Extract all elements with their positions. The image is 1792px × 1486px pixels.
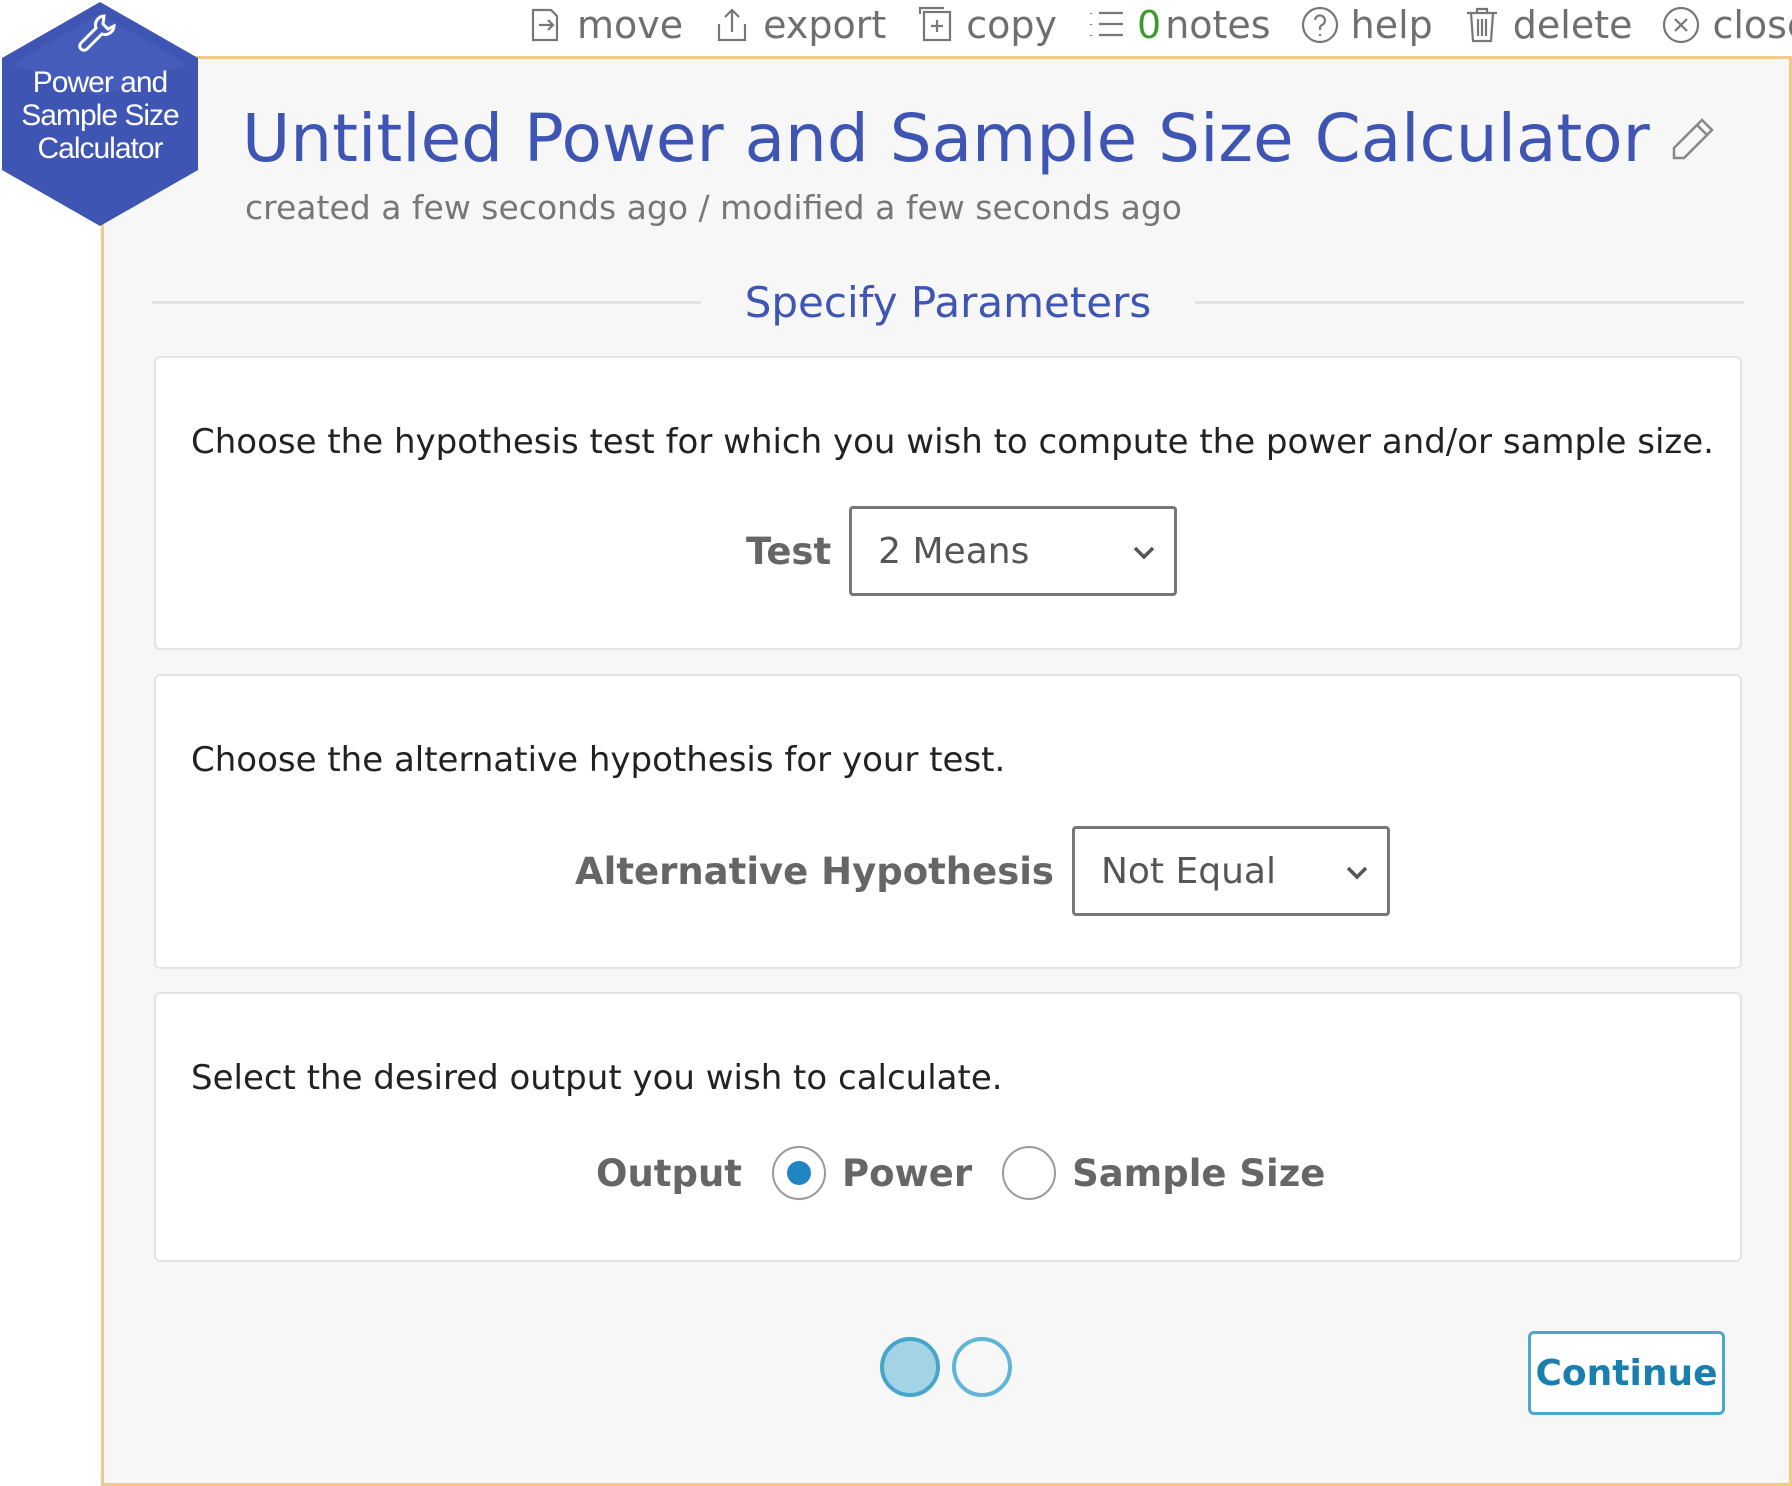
continue-button[interactable]: Continue xyxy=(1528,1331,1725,1415)
badge-label: Power and Sample Size Calculator xyxy=(0,66,200,165)
copy-button[interactable]: copy xyxy=(914,3,1057,47)
badge-line-1: Power and xyxy=(32,66,168,99)
app-badge: Power and Sample Size Calculator xyxy=(0,0,200,228)
copy-icon xyxy=(914,4,956,46)
move-icon xyxy=(525,4,567,46)
alternative-select[interactable]: Not Equal xyxy=(1071,826,1390,916)
output-radio-group: Power Sample Size xyxy=(772,1146,1355,1200)
notes-button[interactable]: 0 notes xyxy=(1085,3,1271,47)
step-dot-1[interactable] xyxy=(880,1337,940,1397)
test-label: Test xyxy=(746,529,832,573)
toolbar: move export copy 0 notes help delete clo… xyxy=(525,0,1792,50)
badge-line-2: Sample Size xyxy=(21,99,179,132)
sample-size-radio[interactable] xyxy=(1002,1146,1057,1200)
export-button[interactable]: export xyxy=(711,3,886,47)
sample-size-radio-label[interactable]: Sample Size xyxy=(1072,1152,1325,1195)
test-description: Choose the hypothesis test for which you… xyxy=(191,422,1714,462)
divider xyxy=(152,300,701,304)
export-icon xyxy=(711,4,753,46)
alternative-field: Alternative Hypothesis Not Equal xyxy=(575,826,1390,916)
delete-label: delete xyxy=(1512,3,1633,47)
pencil-icon[interactable] xyxy=(1668,114,1718,164)
output-description: Select the desired output you wish to ca… xyxy=(191,1058,1003,1098)
close-icon xyxy=(1660,4,1702,46)
close-label: close xyxy=(1712,3,1792,47)
page-title[interactable]: Untitled Power and Sample Size Calculato… xyxy=(242,100,1650,177)
close-button[interactable]: close xyxy=(1660,3,1792,47)
divider xyxy=(1195,300,1745,304)
help-label: help xyxy=(1350,3,1433,47)
section-title: Specify Parameters xyxy=(744,277,1152,327)
step-dot-2[interactable] xyxy=(952,1337,1012,1397)
chevron-down-icon xyxy=(1346,866,1368,880)
alternative-label: Alternative Hypothesis xyxy=(575,849,1054,893)
test-field: Test 2 Means xyxy=(746,506,1178,596)
alternative-description: Choose the alternative hypothesis for yo… xyxy=(191,740,1006,780)
test-card: Choose the hypothesis test for which you… xyxy=(154,356,1742,650)
copy-label: copy xyxy=(966,3,1057,47)
notes-count: 0 xyxy=(1137,3,1162,47)
output-label: Output xyxy=(596,1151,742,1195)
help-button[interactable]: help xyxy=(1299,3,1433,47)
section-header: Specify Parameters xyxy=(152,272,1745,332)
help-icon xyxy=(1299,4,1341,46)
delete-button[interactable]: delete xyxy=(1461,3,1633,47)
power-radio-label[interactable]: Power xyxy=(842,1152,972,1195)
export-label: export xyxy=(763,3,887,47)
test-select-value: 2 Means xyxy=(878,530,1030,572)
move-button[interactable]: move xyxy=(525,3,683,47)
page: { "toolbar": { "move": "move", "export":… xyxy=(0,0,1792,1486)
badge-line-3: Calculator xyxy=(37,132,163,165)
alternative-card: Choose the alternative hypothesis for yo… xyxy=(154,674,1742,969)
step-pager xyxy=(880,1337,1024,1397)
power-radio[interactable] xyxy=(772,1146,826,1200)
title-row: Untitled Power and Sample Size Calculato… xyxy=(242,100,1718,177)
trash-icon xyxy=(1461,4,1503,46)
output-card: Select the desired output you wish to ca… xyxy=(154,992,1742,1262)
output-field: Output Power Sample Size xyxy=(596,1146,1355,1200)
wrench-icon xyxy=(78,14,116,52)
alternative-select-value: Not Equal xyxy=(1100,850,1276,892)
notes-label: notes xyxy=(1165,3,1271,47)
chevron-down-icon xyxy=(1133,546,1155,560)
timestamps: created a few seconds ago / modified a f… xyxy=(245,188,1182,227)
test-select[interactable]: 2 Means xyxy=(849,506,1178,596)
list-icon xyxy=(1085,4,1127,46)
move-label: move xyxy=(577,3,684,47)
